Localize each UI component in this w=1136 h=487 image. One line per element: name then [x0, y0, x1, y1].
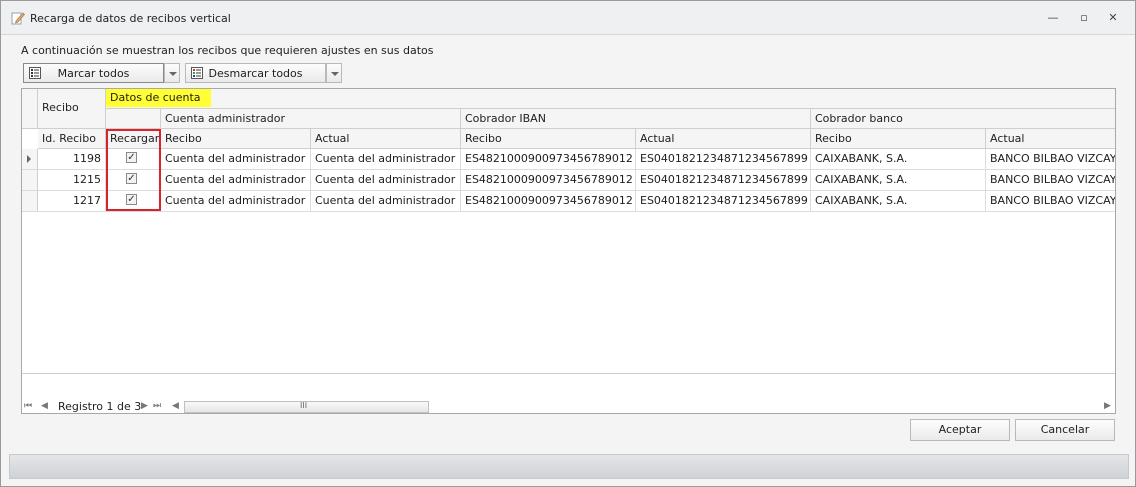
cell-banco-recibo[interactable]: CAIXABANK, S.A.: [811, 170, 986, 191]
accept-button[interactable]: Aceptar: [910, 419, 1010, 441]
cell-admin-actual[interactable]: Cuenta del administrador: [311, 170, 461, 191]
select-all-dropdown[interactable]: [164, 63, 180, 83]
band-cobrador-iban: Cobrador IBAN: [461, 109, 811, 129]
cell-iban-actual[interactable]: ES0401821234871234567899: [636, 191, 811, 212]
close-button[interactable]: ✕: [1105, 11, 1121, 25]
grid-navigator: ⏮ ◀ Registro 1 de 3 ▶ ⏭ ◀ III ▶: [22, 373, 1115, 413]
cell-iban-recibo[interactable]: ES4821000900973456789012: [461, 170, 636, 191]
cell-iban-recibo[interactable]: ES4821000900973456789012: [461, 191, 636, 212]
scroll-right-icon[interactable]: ▶: [1104, 401, 1111, 411]
last-record-icon[interactable]: ⏭: [153, 401, 161, 411]
cell-id-recibo[interactable]: 1215: [38, 170, 106, 191]
band-datos-cuenta-row: Datos de cuenta: [106, 89, 1115, 109]
cell-admin-recibo[interactable]: Cuenta del administrador: [161, 149, 311, 170]
select-all-button[interactable]: Marcar todos: [23, 63, 164, 83]
band-cuenta-administrador: Cuenta administrador: [161, 109, 461, 129]
prev-record-icon[interactable]: ◀: [41, 401, 48, 411]
cell-admin-recibo[interactable]: Cuenta del administrador: [161, 170, 311, 191]
pencil-document-icon: [11, 12, 25, 25]
cell-banco-actual[interactable]: BANCO BILBAO VIZCAYA A: [986, 170, 1115, 191]
select-all-label: Marcar todos: [57, 67, 130, 80]
row-indicator[interactable]: [22, 170, 38, 191]
cell-admin-recibo[interactable]: Cuenta del administrador: [161, 191, 311, 212]
recargar-checkbox[interactable]: ✓: [126, 173, 137, 184]
first-record-icon[interactable]: ⏮: [24, 401, 32, 411]
window-title: Recarga de datos de recibos vertical: [30, 12, 231, 25]
maximize-button[interactable]: ▫: [1076, 11, 1092, 25]
band-datos-cuenta: Datos de cuenta: [106, 89, 211, 107]
deselect-all-dropdown[interactable]: [326, 63, 342, 83]
cell-admin-actual[interactable]: Cuenta del administrador: [311, 191, 461, 212]
cell-iban-actual[interactable]: ES0401821234871234567899: [636, 170, 811, 191]
horizontal-scrollbar-thumb[interactable]: III: [184, 401, 429, 413]
scroll-grip: III: [300, 401, 308, 410]
column-header-banco-actual[interactable]: Actual: [986, 129, 1115, 149]
cell-recargar[interactable]: ✓: [106, 191, 161, 212]
cancel-button[interactable]: Cancelar: [1015, 419, 1115, 441]
current-row-arrow-icon: [27, 155, 31, 163]
cell-banco-recibo[interactable]: CAIXABANK, S.A.: [811, 149, 986, 170]
column-header-admin-actual[interactable]: Actual: [311, 129, 461, 149]
cell-banco-actual[interactable]: BANCO BILBAO VIZCAYA A: [986, 191, 1115, 212]
cell-iban-recibo[interactable]: ES4821000900973456789012: [461, 149, 636, 170]
cell-recargar[interactable]: ✓: [106, 149, 161, 170]
cell-banco-recibo[interactable]: CAIXABANK, S.A.: [811, 191, 986, 212]
instruction-text: A continuación se muestran los recibos q…: [21, 44, 434, 57]
cell-id-recibo[interactable]: 1198: [38, 149, 106, 170]
cell-admin-actual[interactable]: Cuenta del administrador: [311, 149, 461, 170]
column-header-recargar[interactable]: Recargar: [106, 129, 161, 149]
scroll-left-icon[interactable]: ◀: [172, 401, 179, 411]
cell-banco-actual[interactable]: BANCO BILBAO VIZCAYA A: [986, 149, 1115, 170]
band-recibo: Recibo: [38, 89, 106, 129]
column-header-id-recibo[interactable]: Id. Recibo: [38, 129, 106, 149]
recargar-checkbox[interactable]: ✓: [126, 194, 137, 205]
column-header-iban-recibo[interactable]: Recibo: [461, 129, 636, 149]
deselect-all-button[interactable]: Desmarcar todos: [185, 63, 326, 83]
column-header-iban-actual[interactable]: Actual: [636, 129, 811, 149]
recargar-checkbox[interactable]: ✓: [126, 152, 137, 163]
band-empty: [106, 109, 161, 129]
cell-id-recibo[interactable]: 1217: [38, 191, 106, 212]
band-cobrador-banco: Cobrador banco: [811, 109, 1115, 129]
title-bar: Recarga de datos de recibos vertical — ▫…: [1, 1, 1135, 35]
row-indicator-header: [22, 89, 38, 129]
status-bar: [9, 454, 1129, 479]
column-header-admin-recibo[interactable]: Recibo: [161, 129, 311, 149]
receipts-grid: Recibo Datos de cuenta Cuenta administra…: [21, 88, 1116, 414]
minimize-button[interactable]: —: [1045, 11, 1061, 25]
deselect-all-label: Desmarcar todos: [208, 67, 303, 80]
row-indicator[interactable]: [22, 191, 38, 212]
record-counter: Registro 1 de 3: [58, 400, 142, 413]
dialog-window: Recarga de datos de recibos vertical — ▫…: [0, 0, 1136, 487]
column-header-banco-recibo[interactable]: Recibo: [811, 129, 986, 149]
row-indicator[interactable]: [22, 149, 38, 170]
cell-recargar[interactable]: ✓: [106, 170, 161, 191]
next-record-icon[interactable]: ▶: [141, 401, 148, 411]
cell-iban-actual[interactable]: ES0401821234871234567899: [636, 149, 811, 170]
